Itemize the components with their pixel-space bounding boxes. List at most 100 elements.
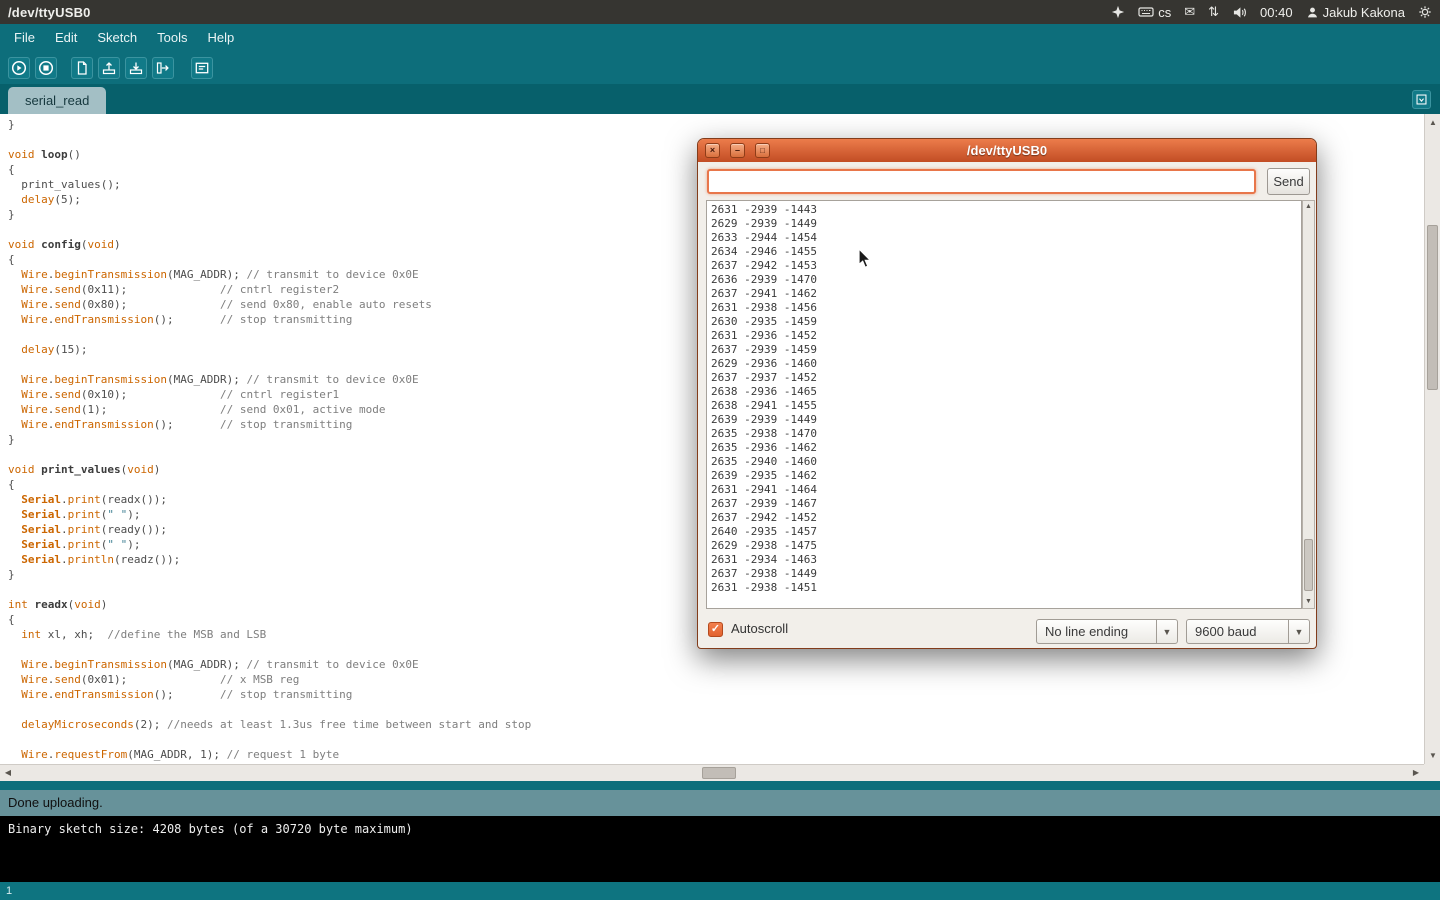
save-icon [128, 60, 144, 76]
clock[interactable]: 00:40 [1260, 5, 1293, 20]
code-line: Wire.beginTransmission(MAG_ADDR); // tra… [8, 657, 1424, 672]
serial-line: 2631 -2941 -1464 [711, 483, 1297, 497]
dialog-titlebar[interactable]: /dev/ttyUSB0 × – □ [698, 139, 1316, 162]
tab-menu-button[interactable] [1412, 90, 1431, 109]
chevron-down-icon: ▼ [1156, 620, 1177, 643]
screen: /dev/ttyUSB0 cs ✉ ⇅ 00:40 Jakub Kako [0, 0, 1440, 900]
scroll-left-icon[interactable]: ◀ [0, 765, 16, 780]
line-ending-value: No line ending [1037, 624, 1156, 639]
network-arrows-icon[interactable]: ⇅ [1208, 4, 1219, 20]
menu-tools[interactable]: Tools [147, 26, 197, 49]
serial-line: 2637 -2942 -1453 [711, 259, 1297, 273]
code-line [8, 702, 1424, 717]
verify-button[interactable] [8, 57, 30, 79]
keyboard-icon [1138, 6, 1154, 18]
serial-line: 2631 -2936 -1452 [711, 329, 1297, 343]
serial-monitor-controls: ✓ Autoscroll No line ending ▼ 9600 baud … [706, 617, 1308, 644]
serial-scroll-up-icon[interactable]: ▲ [1303, 202, 1314, 212]
serial-line: 2634 -2946 -1455 [711, 245, 1297, 259]
serial-monitor-window: /dev/ttyUSB0 × – □ Send 2631 -2939 -1443… [697, 138, 1317, 649]
status-bar: Done uploading. [0, 790, 1440, 816]
code-line: Wire.send(0x01); // x MSB reg [8, 672, 1424, 687]
serial-line: 2635 -2936 -1462 [711, 441, 1297, 455]
serial-line: 2639 -2935 -1462 [711, 469, 1297, 483]
serial-line: 2633 -2944 -1454 [711, 231, 1297, 245]
serial-scroll-down-icon[interactable]: ▼ [1303, 597, 1314, 607]
serial-line: 2631 -2938 -1456 [711, 301, 1297, 315]
save-button[interactable] [125, 57, 147, 79]
user-icon [1306, 6, 1319, 19]
gnome-top-panel: /dev/ttyUSB0 cs ✉ ⇅ 00:40 Jakub Kako [0, 0, 1440, 24]
line-ending-dropdown[interactable]: No line ending ▼ [1036, 619, 1178, 644]
menu-help[interactable]: Help [197, 26, 244, 49]
send-label: Send [1273, 174, 1303, 189]
menu-edit[interactable]: Edit [45, 26, 87, 49]
serial-line: 2631 -2938 -1451 [711, 581, 1297, 595]
serial-line: 2639 -2939 -1449 [711, 413, 1297, 427]
minimize-button[interactable]: – [730, 143, 745, 158]
menu-sketch[interactable]: Sketch [87, 26, 147, 49]
baud-rate-dropdown[interactable]: 9600 baud ▼ [1186, 619, 1310, 644]
verify-icon [11, 60, 27, 76]
serial-line: 2637 -2939 -1459 [711, 343, 1297, 357]
upload-button[interactable] [152, 57, 174, 79]
vertical-scroll-thumb[interactable] [1427, 225, 1438, 390]
new-button[interactable] [71, 57, 93, 79]
stop-button[interactable] [35, 57, 57, 79]
serial-line: 2637 -2942 -1452 [711, 511, 1297, 525]
tab-strip: serial_read [0, 84, 1440, 114]
upload-icon [155, 60, 171, 76]
toolbar [0, 51, 1440, 84]
autoscroll-checkbox[interactable]: ✓ [708, 622, 723, 637]
user-menu[interactable]: Jakub Kakona [1306, 5, 1405, 20]
close-button[interactable]: × [705, 143, 720, 158]
serial-monitor-button[interactable] [191, 57, 213, 79]
menu-bar: FileEditSketchToolsHelp [0, 24, 1440, 51]
line-number: 1 [6, 885, 12, 897]
maximize-button[interactable]: □ [755, 143, 770, 158]
volume-icon[interactable] [1232, 6, 1247, 19]
scroll-right-icon[interactable]: ▶ [1408, 765, 1424, 780]
serial-scroll-thumb[interactable] [1304, 539, 1313, 591]
serial-line: 2637 -2938 -1449 [711, 567, 1297, 581]
line-indicator-bar: 1 [0, 882, 1440, 900]
tab-serial-read[interactable]: serial_read [8, 87, 106, 114]
session-gear-icon[interactable] [1418, 5, 1432, 19]
serial-scrollbar[interactable]: ▲ ▼ [1302, 200, 1315, 609]
serial-line: 2637 -2941 -1462 [711, 287, 1297, 301]
chevron-down-icon: ▼ [1288, 620, 1309, 643]
serial-line: 2635 -2940 -1460 [711, 455, 1297, 469]
user-name: Jakub Kakona [1323, 5, 1405, 20]
serial-output[interactable]: 2631 -2939 -14432629 -2939 -14492633 -29… [706, 200, 1302, 609]
window-title: /dev/ttyUSB0 [8, 5, 91, 20]
code-line: } [8, 117, 1424, 132]
divider [0, 781, 1440, 790]
console-text: Binary sketch size: 4208 bytes (of a 307… [8, 822, 413, 836]
serial-monitor-icon [194, 60, 210, 76]
scroll-up-icon[interactable]: ▲ [1425, 115, 1440, 130]
open-button[interactable] [98, 57, 120, 79]
scroll-down-icon[interactable]: ▼ [1425, 748, 1440, 763]
send-button[interactable]: Send [1267, 168, 1310, 195]
mail-icon[interactable]: ✉ [1184, 4, 1195, 20]
serial-line: 2636 -2939 -1470 [711, 273, 1297, 287]
autoscroll-label: Autoscroll [731, 621, 788, 636]
keyboard-indicator[interactable]: cs [1138, 5, 1171, 20]
serial-input[interactable] [707, 169, 1256, 194]
serial-line: 2631 -2934 -1463 [711, 553, 1297, 567]
horizontal-scroll-thumb[interactable] [702, 767, 736, 779]
serial-line: 2629 -2936 -1460 [711, 357, 1297, 371]
serial-line: 2635 -2938 -1470 [711, 427, 1297, 441]
menu-file[interactable]: File [4, 26, 45, 49]
console-output: Binary sketch size: 4208 bytes (of a 307… [0, 816, 1440, 882]
scrollbar-corner [1424, 764, 1440, 781]
baud-rate-value: 9600 baud [1187, 624, 1288, 639]
serial-line: 2638 -2941 -1455 [711, 399, 1297, 413]
serial-line: 2629 -2938 -1475 [711, 539, 1297, 553]
editor-vertical-scrollbar[interactable]: ▲ ▼ [1424, 114, 1440, 764]
serial-line: 2630 -2935 -1459 [711, 315, 1297, 329]
indicator-sparkle-icon[interactable] [1111, 5, 1125, 19]
serial-line: 2637 -2939 -1467 [711, 497, 1297, 511]
serial-line: 2637 -2937 -1452 [711, 371, 1297, 385]
editor-horizontal-scrollbar[interactable]: ◀ ▶ [0, 764, 1424, 781]
